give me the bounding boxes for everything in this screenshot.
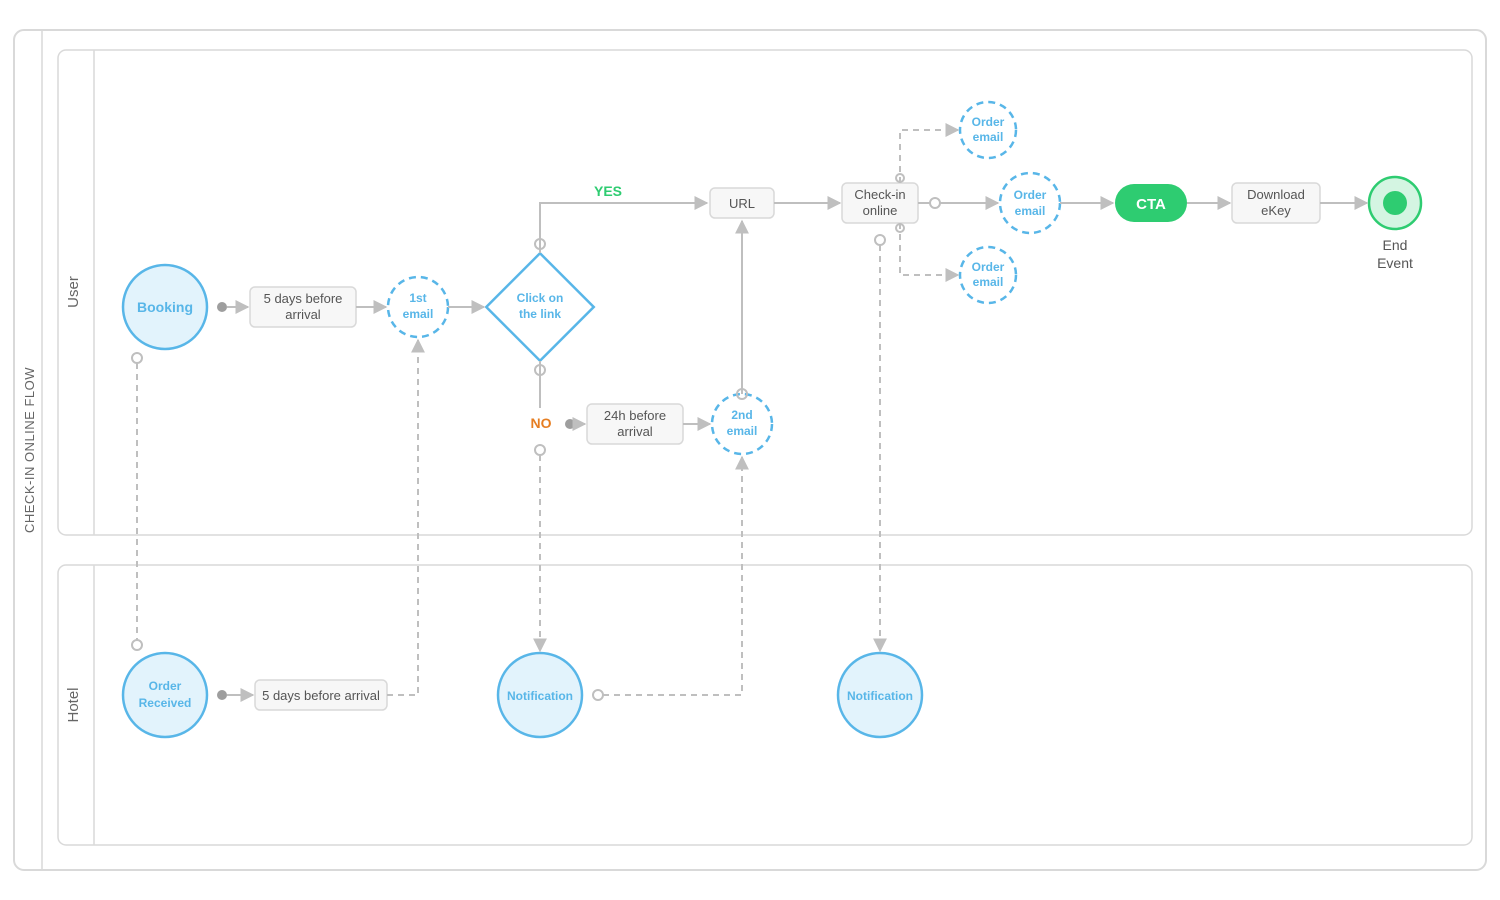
url-label: URL: [729, 196, 755, 211]
first-email-l1: 1st: [409, 291, 426, 305]
notif1-label: Notification: [507, 689, 573, 703]
label-no: NO: [531, 415, 552, 431]
click-link-l2: the link: [519, 307, 561, 321]
order-rec-l2: Received: [139, 696, 192, 710]
five-days-line2: arrival: [285, 307, 321, 322]
order-email-bot-l1: Order: [972, 260, 1005, 274]
node-order-email-mid: [1000, 173, 1060, 233]
24h-l1: 24h before: [604, 408, 666, 423]
msg-hotel5days-firstemail: [387, 340, 418, 695]
second-email-l2: email: [727, 424, 758, 438]
end-event-l2: Event: [1377, 255, 1413, 271]
edge-checkin-ordertop: [900, 130, 958, 183]
lane-hotel-title: Hotel: [65, 687, 82, 722]
ekey-l2: eKey: [1261, 203, 1291, 218]
node-end-event-inner: [1383, 191, 1407, 215]
label-yes: YES: [594, 183, 622, 199]
order-email-mid-l1: Order: [1014, 188, 1047, 202]
notif2-label: Notification: [847, 689, 913, 703]
checkin-l1: Check-in: [854, 187, 905, 202]
pool-title: CHECK-IN ONLINE FLOW: [22, 367, 37, 533]
five-days-line1: 5 days before: [264, 291, 343, 306]
node-booking-label: Booking: [137, 299, 193, 315]
order-email-top-l1: Order: [972, 115, 1005, 129]
hotel-5days-label: 5 days before arrival: [262, 688, 380, 703]
end-event-l1: End: [1383, 237, 1408, 253]
msg-notif1-second: [603, 457, 742, 695]
order-email-top-l2: email: [973, 130, 1004, 144]
flow-diagram: CHECK-IN ONLINE FLOW User Hotel Booking …: [0, 0, 1500, 900]
checkin-l2: online: [863, 203, 898, 218]
edge-checkin-orderbot: [900, 223, 958, 275]
pool-outer: [14, 30, 1486, 870]
lane-user-title: User: [65, 276, 82, 308]
second-email-l1: 2nd: [731, 408, 752, 422]
order-email-mid-l2: email: [1015, 204, 1046, 218]
first-email-l2: email: [403, 307, 434, 321]
order-email-bot-l2: email: [973, 275, 1004, 289]
24h-l2: arrival: [617, 424, 653, 439]
order-rec-l1: Order: [149, 679, 182, 693]
edge-yes-url: [540, 203, 707, 239]
cta-label: CTA: [1136, 196, 1166, 213]
node-order-received: [123, 653, 207, 737]
click-link-l1: Click on: [517, 291, 564, 305]
ekey-l1: Download: [1247, 187, 1305, 202]
